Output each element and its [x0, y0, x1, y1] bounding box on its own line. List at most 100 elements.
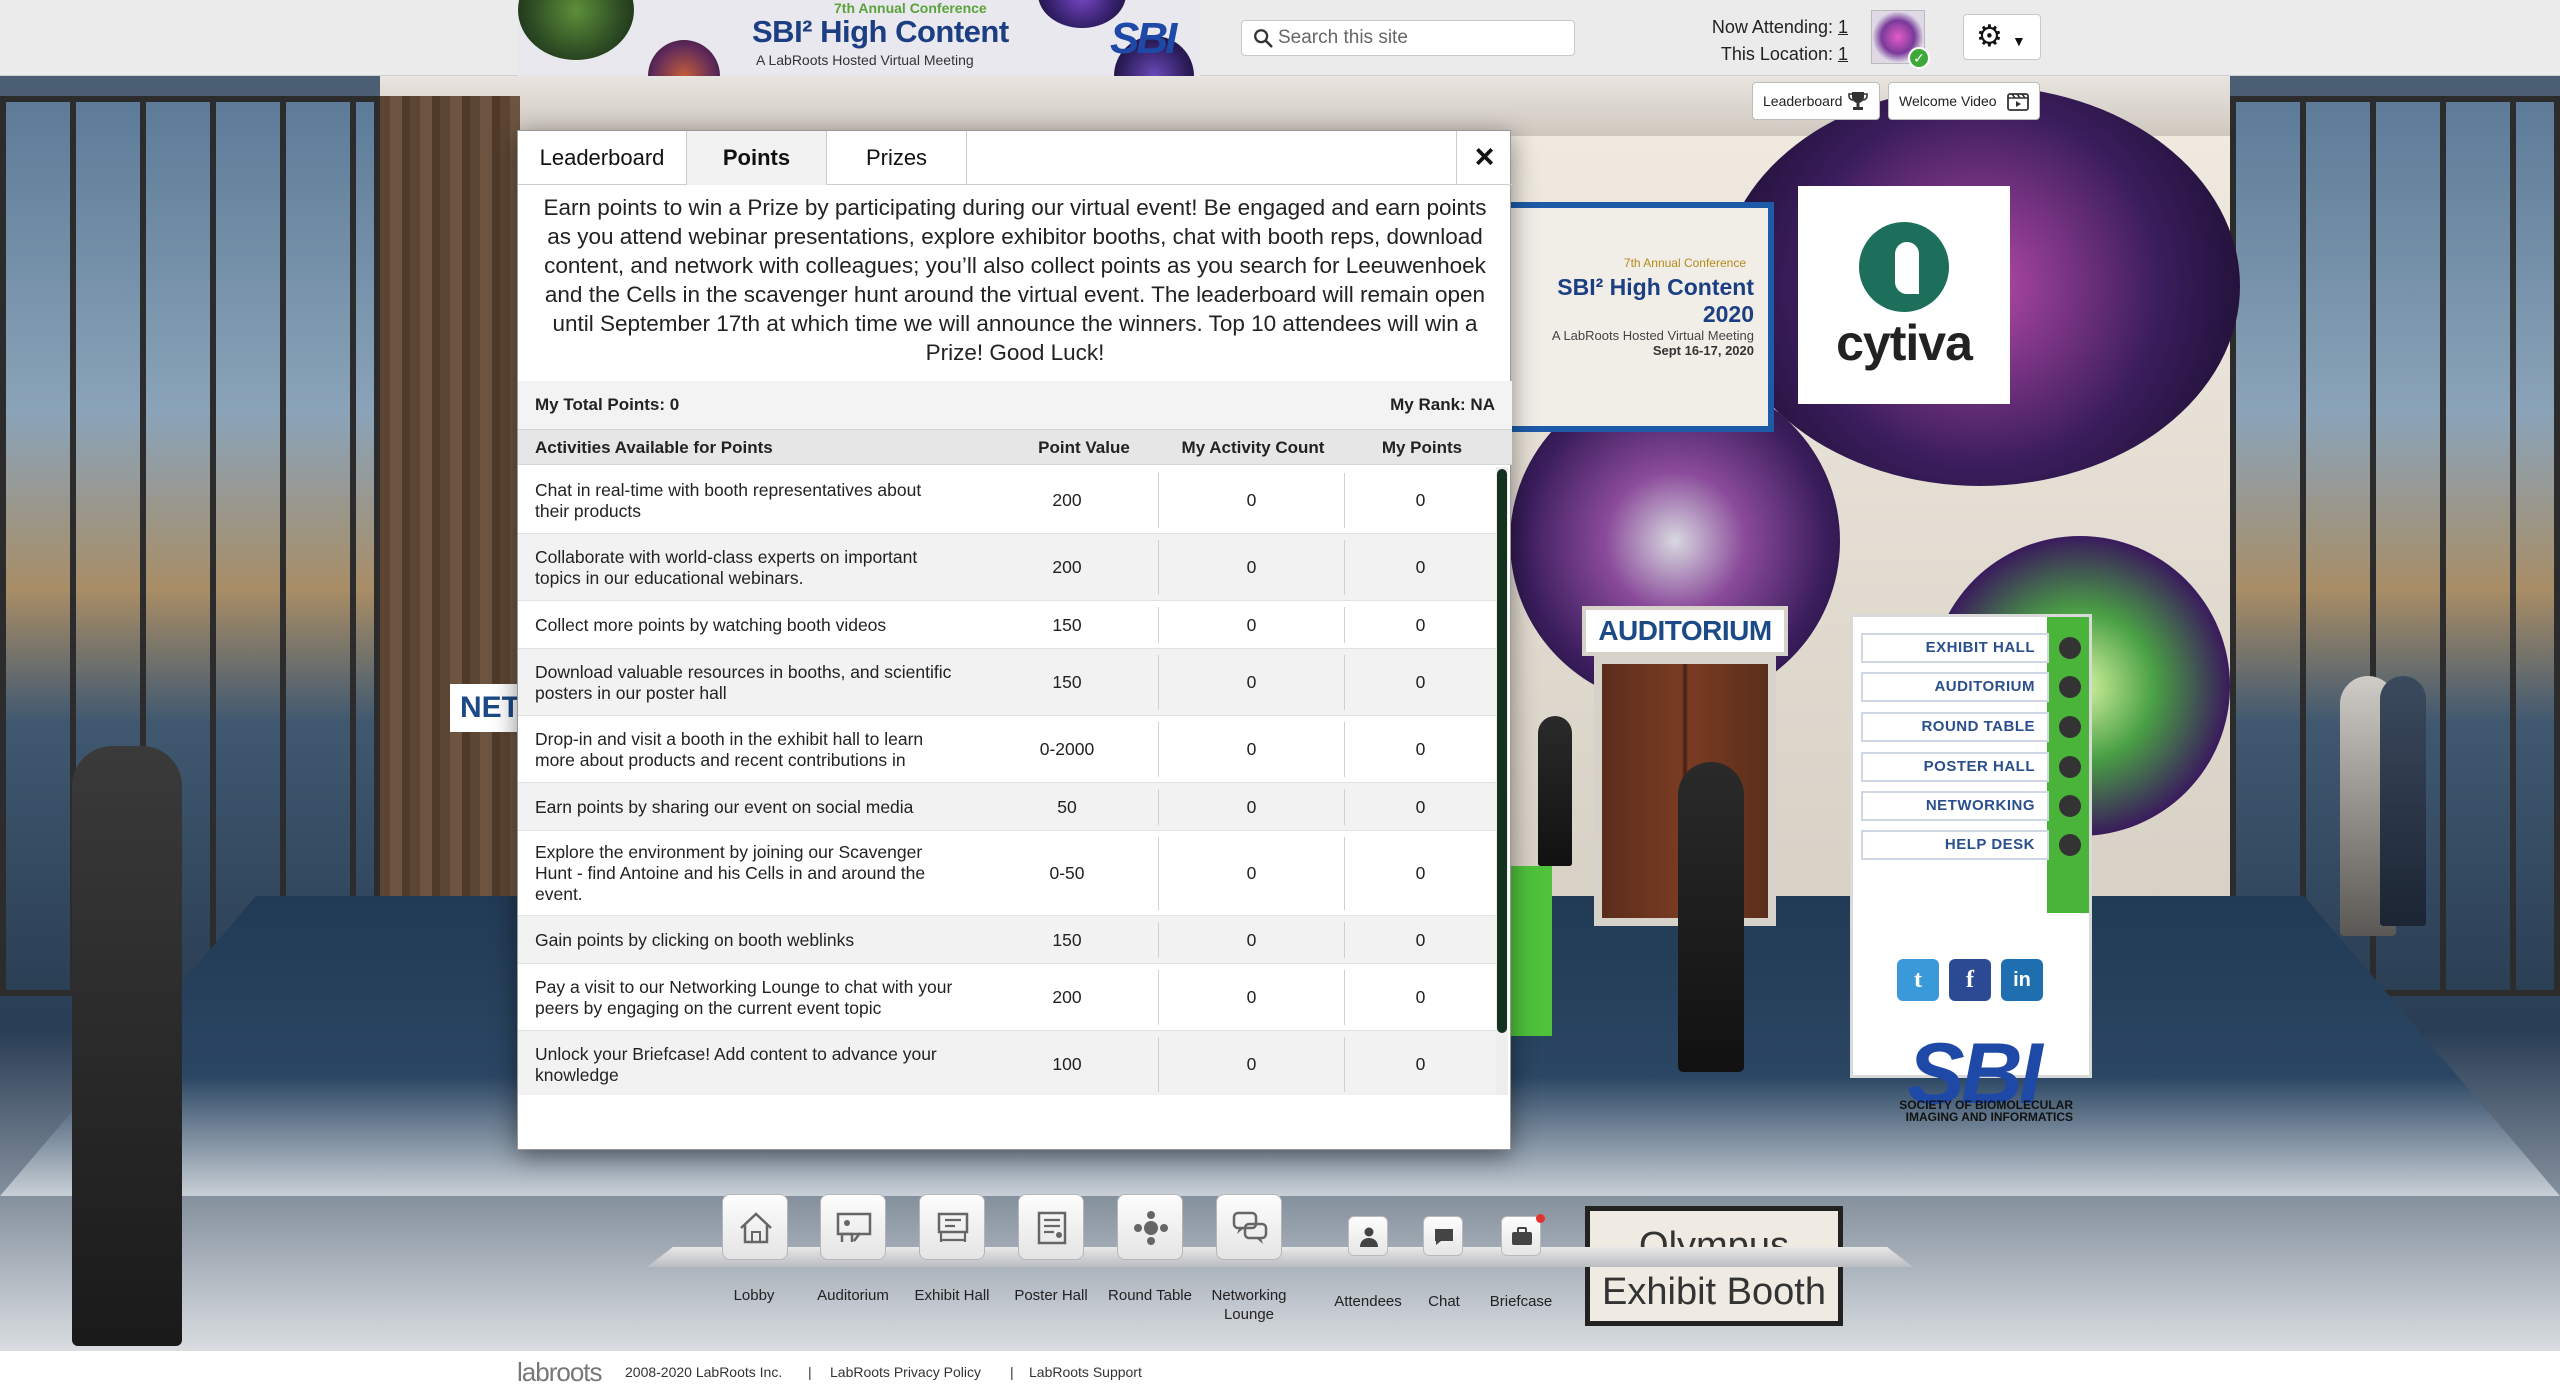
gear-icon: ⚙ [1976, 20, 2003, 53]
bottom-dock [646, 1180, 1914, 1280]
table-row: Explore the environment by joining our S… [518, 831, 1496, 916]
dock-exhibit-hall-button[interactable] [919, 1194, 985, 1260]
points-summary: My Total Points: 0 My Rank: NA [518, 381, 1512, 429]
row-my-points: 0 [1344, 922, 1496, 958]
settings-menu-button[interactable]: ⚙ ▼ [1963, 14, 2041, 60]
chevron-down-icon: ▼ [2012, 33, 2026, 49]
networking-sign: NET [450, 684, 520, 732]
dock-attendees-button[interactable] [1348, 1216, 1388, 1256]
row-activity-count: 0 [1158, 1037, 1344, 1092]
dock-briefcase-button[interactable] [1501, 1216, 1541, 1256]
dock-label-exhibit-hall: Exhibit Hall [914, 1287, 990, 1304]
board-item-round-table[interactable]: ROUND TABLE [1861, 712, 2081, 742]
conf-sign-title: SBI² High Content 2020 [1557, 274, 1754, 327]
row-activity-count: 0 [1158, 540, 1344, 595]
row-activity-count: 0 [1158, 607, 1344, 643]
wood-wall [380, 96, 520, 936]
welcome-video-button[interactable]: Welcome Video [1888, 82, 2040, 120]
this-location-label: This Location: [1720, 44, 1833, 64]
round-table-icon [1134, 1211, 1168, 1245]
dock-networking-button[interactable] [1216, 1194, 1282, 1260]
dock-label-auditorium: Auditorium [817, 1287, 889, 1304]
facebook-icon[interactable]: f [1949, 959, 1991, 1001]
row-point-value: 150 [1052, 672, 1082, 692]
table-row: Collect more points by watching booth vi… [518, 601, 1496, 649]
col-activity-count: My Activity Count [1181, 438, 1325, 457]
now-attending-value[interactable]: 1 [1838, 17, 1848, 37]
row-point-value: 200 [1052, 557, 1082, 577]
row-point-value: 200 [1052, 490, 1082, 510]
linkedin-icon[interactable]: in [2001, 959, 2043, 1001]
board-item-exhibit-hall[interactable]: EXHIBIT HALL [1861, 633, 2081, 663]
board-label: ROUND TABLE [1921, 718, 2035, 735]
dock-lobby-button[interactable] [722, 1194, 788, 1260]
now-attending-label: Now Attending: [1711, 17, 1833, 37]
trophy-icon [1848, 92, 1868, 110]
row-activity: Collaborate with world-class experts on … [535, 547, 918, 588]
row-my-points: 0 [1344, 607, 1496, 643]
row-activity: Earn points by sharing our event on soci… [535, 797, 914, 817]
row-my-points: 0 [1344, 789, 1496, 825]
table-row: Unlock your Briefcase! Add content to ad… [518, 1031, 1496, 1095]
poster-icon [1037, 1211, 1067, 1245]
this-location-value[interactable]: 1 [1838, 44, 1848, 64]
left-window [0, 96, 380, 996]
lobby-nav-board: EXHIBIT HALL AUDITORIUM ROUND TABLE POST… [1850, 614, 2092, 1123]
banner-title: SBI² High Content [752, 14, 1009, 49]
board-item-networking[interactable]: NETWORKING [1861, 791, 2081, 821]
row-point-value: 100 [1052, 1054, 1082, 1074]
board-item-help-desk[interactable]: HELP DESK [1861, 830, 2081, 860]
site-search[interactable] [1241, 20, 1575, 56]
col-my-points: My Points [1381, 438, 1463, 457]
table-row: Download valuable resources in booths, a… [518, 649, 1496, 716]
points-modal: Leaderboard Points Prizes × Earn points … [517, 130, 1512, 1150]
video-icon [2007, 93, 2029, 111]
dock-auditorium-button[interactable] [820, 1194, 886, 1260]
close-icon[interactable]: × [1456, 131, 1512, 185]
auditorium-sign: AUDITORIUM [1582, 606, 1788, 656]
board-item-poster-hall[interactable]: POSTER HALL [1861, 752, 2081, 782]
row-my-points: 0 [1344, 837, 1496, 910]
footer-separator: | [808, 1364, 812, 1380]
attendee-figure-phone [72, 746, 182, 1346]
row-my-points: 0 [1344, 473, 1496, 528]
banner-subtitle: A LabRoots Hosted Virtual Meeting [756, 52, 974, 68]
board-item-auditorium[interactable]: AUDITORIUM [1861, 672, 2081, 702]
footer: labroots 2008-2020 LabRoots Inc. | LabRo… [0, 1350, 2560, 1393]
col-activity: Activities Available for Points [535, 438, 773, 457]
avatar[interactable]: ✓ [1871, 10, 1930, 69]
board-label: NETWORKING [1925, 797, 2035, 814]
support-link[interactable]: LabRoots Support [1029, 1351, 1142, 1393]
bulb-icon [2059, 795, 2081, 817]
tab-prizes[interactable]: Prizes [827, 131, 967, 185]
conf-sign-annual: 7th Annual Conference [1623, 256, 1746, 270]
tab-leaderboard[interactable]: Leaderboard [518, 131, 687, 185]
dock-label-briefcase: Briefcase [1489, 1293, 1553, 1310]
row-activity-count: 0 [1158, 655, 1344, 710]
green-booth-panel [1510, 866, 1552, 1036]
bulb-icon [2059, 676, 2081, 698]
tab-points[interactable]: Points [687, 131, 827, 185]
footer-copyright: 2008-2020 LabRoots Inc. [625, 1364, 783, 1380]
bulb-icon [2059, 716, 2081, 738]
table-scrollbar[interactable] [1496, 467, 1508, 1095]
home-icon [740, 1212, 772, 1244]
event-banner[interactable]: 7th Annual Conference SBI² High Content … [518, 0, 1200, 76]
row-point-value: 0-50 [1049, 863, 1085, 883]
twitter-icon[interactable]: t [1897, 959, 1939, 1001]
scrollbar-thumb[interactable] [1497, 469, 1507, 1033]
bulb-icon [2059, 834, 2081, 856]
dock-poster-hall-button[interactable] [1018, 1194, 1084, 1260]
attendee-figure-woman [1678, 762, 1744, 1072]
footer-separator: | [1010, 1364, 1014, 1380]
privacy-policy-link[interactable]: LabRoots Privacy Policy [830, 1351, 981, 1393]
leaderboard-button[interactable]: Leaderboard [1752, 82, 1880, 120]
dock-chat-button[interactable] [1423, 1216, 1463, 1256]
sbi-logo-sub: SOCIETY OF BIOMOLECULAR IMAGING AND INFO… [1899, 1098, 2073, 1124]
row-point-value: 150 [1052, 615, 1082, 635]
search-input[interactable] [1278, 23, 1568, 53]
cytiva-banner[interactable]: cytiva [1798, 186, 2010, 404]
bulb-icon [2059, 756, 2081, 778]
attendee-figure-back [1538, 716, 1572, 866]
dock-round-table-button[interactable] [1117, 1194, 1183, 1260]
